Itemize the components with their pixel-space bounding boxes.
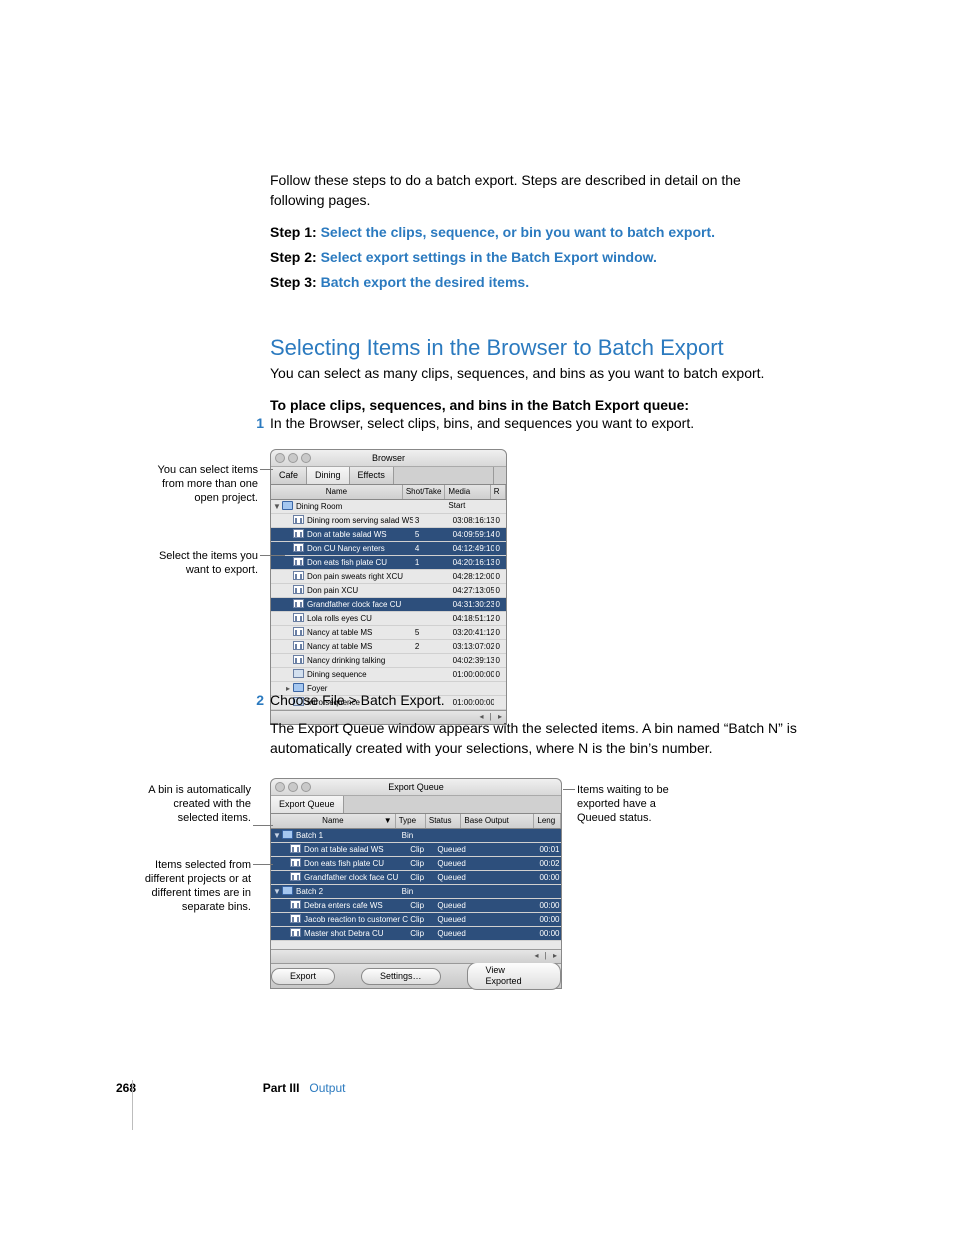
step-1-link[interactable]: Select the clips, sequence, or bin you w… <box>321 224 715 240</box>
queue-bin-row[interactable]: ▼Batch 2Bin <box>271 885 561 899</box>
browser-titlebar[interactable]: Browser <box>271 450 506 467</box>
step-2-link[interactable]: Select export settings in the Batch Expo… <box>321 249 657 265</box>
queue-clip-row[interactable]: Debra enters cafe WSClipQueued00:00 <box>271 899 561 913</box>
caption-select-projects: You can select items from more than one … <box>148 463 258 505</box>
browser-row[interactable]: Grandfather clock face CU04:31:30:230 <box>271 598 506 612</box>
step-3: Step 3: Batch export the desired items. <box>270 273 830 292</box>
export-queue-window: Export Queue Export Queue Name▼ Type Sta… <box>270 778 562 989</box>
queue-clip-row[interactable]: Master shot Debra CUClipQueued00:00 <box>271 927 561 941</box>
section-heading: Selecting Items in the Browser to Batch … <box>270 335 724 361</box>
page-footer: 268 Part III Output <box>116 1081 345 1095</box>
step-item-2: 2Choose File > Batch Export. <box>249 692 829 708</box>
queue-bin-row[interactable]: ▼Batch 1Bin <box>271 829 561 843</box>
step-2-para: The Export Queue window appears with the… <box>270 718 830 758</box>
queue-column-header[interactable]: Name▼ Type Status Base Output Filename L… <box>271 814 561 829</box>
window-controls[interactable] <box>275 782 311 792</box>
step-1: Step 1: Select the clips, sequence, or b… <box>270 223 830 242</box>
queue-titlebar[interactable]: Export Queue <box>271 779 561 796</box>
intro-paragraph: Follow these steps to do a batch export.… <box>270 170 790 210</box>
browser-row[interactable]: Dining sequence01:00:00:000 <box>271 668 506 682</box>
browser-row[interactable]: Don at table salad WS504:09:59:140 <box>271 528 506 542</box>
browser-row[interactable]: Nancy drinking talking04:02:39:130 <box>271 654 506 668</box>
browser-window: Browser Cafe Dining Effects Name Shot/Ta… <box>270 449 507 725</box>
window-controls[interactable] <box>275 453 311 463</box>
step-2: Step 2: Select export settings in the Ba… <box>270 248 830 267</box>
step-item-1: 1In the Browser, select clips, bins, and… <box>249 415 829 431</box>
caption-select-items: Select the items you want to export. <box>148 549 258 577</box>
step-3-link[interactable]: Batch export the desired items. <box>321 274 530 290</box>
queue-footer: Export Settings… View Exported <box>271 963 561 988</box>
tab-export-queue[interactable]: Export Queue <box>271 796 344 813</box>
tab-dining[interactable]: Dining <box>307 467 350 484</box>
section-desc: You can select as many clips, sequences,… <box>270 363 830 383</box>
queue-clip-row[interactable]: Don eats fish plate CUClipQueued00:02 <box>271 857 561 871</box>
queue-rows[interactable]: ▼Batch 1BinDon at table salad WSClipQueu… <box>271 829 561 949</box>
queue-heading: To place clips, sequences, and bins in t… <box>270 395 689 415</box>
settings-button[interactable]: Settings… <box>361 968 441 985</box>
browser-row[interactable]: Dining room serving salad WS303:08:16:13… <box>271 514 506 528</box>
queue-clip-row[interactable]: Jacob reaction to customer CUClipQueued0… <box>271 913 561 927</box>
queue-clip-row[interactable]: Grandfather clock face CUClipQueued00:00 <box>271 871 561 885</box>
queue-tabs: Export Queue <box>271 796 561 814</box>
export-button[interactable]: Export <box>271 968 335 985</box>
browser-row[interactable]: Don CU Nancy enters404:12:49:100 <box>271 542 506 556</box>
browser-column-header[interactable]: Name Shot/Take Media Start R <box>271 485 506 500</box>
caption-queued-status: Items waiting to be exported have a Queu… <box>577 783 687 825</box>
browser-row[interactable]: Nancy at table MS203:13:07:020 <box>271 640 506 654</box>
footer-divider <box>132 1080 133 1130</box>
browser-row[interactable]: Don pain sweats right XCU04:28:12:000 <box>271 570 506 584</box>
browser-row[interactable]: Don eats fish plate CU104:20:16:130 <box>271 556 506 570</box>
browser-row[interactable]: Don pain XCU04:27:13:050 <box>271 584 506 598</box>
caption-separate-bins: Items selected from different projects o… <box>141 858 251 914</box>
browser-tabs: Cafe Dining Effects <box>271 467 506 485</box>
caption-bin-auto: A bin is automatically created with the … <box>141 783 251 825</box>
tab-effects[interactable]: Effects <box>350 467 394 484</box>
view-exported-button[interactable]: View Exported <box>467 962 561 990</box>
browser-row[interactable]: Nancy at table MS503:20:41:120 <box>271 626 506 640</box>
browser-rows[interactable]: ▼Dining RoomDining room serving salad WS… <box>271 500 506 710</box>
tab-cafe[interactable]: Cafe <box>271 467 307 484</box>
queue-scrollbar[interactable]: ◂ | ▸ <box>271 949 561 963</box>
folder-row[interactable]: ▼Dining Room <box>271 500 506 514</box>
browser-row[interactable]: Lola rolls eyes CU04:18:51:120 <box>271 612 506 626</box>
queue-clip-row[interactable]: Don at table salad WSClipQueued00:01 <box>271 843 561 857</box>
